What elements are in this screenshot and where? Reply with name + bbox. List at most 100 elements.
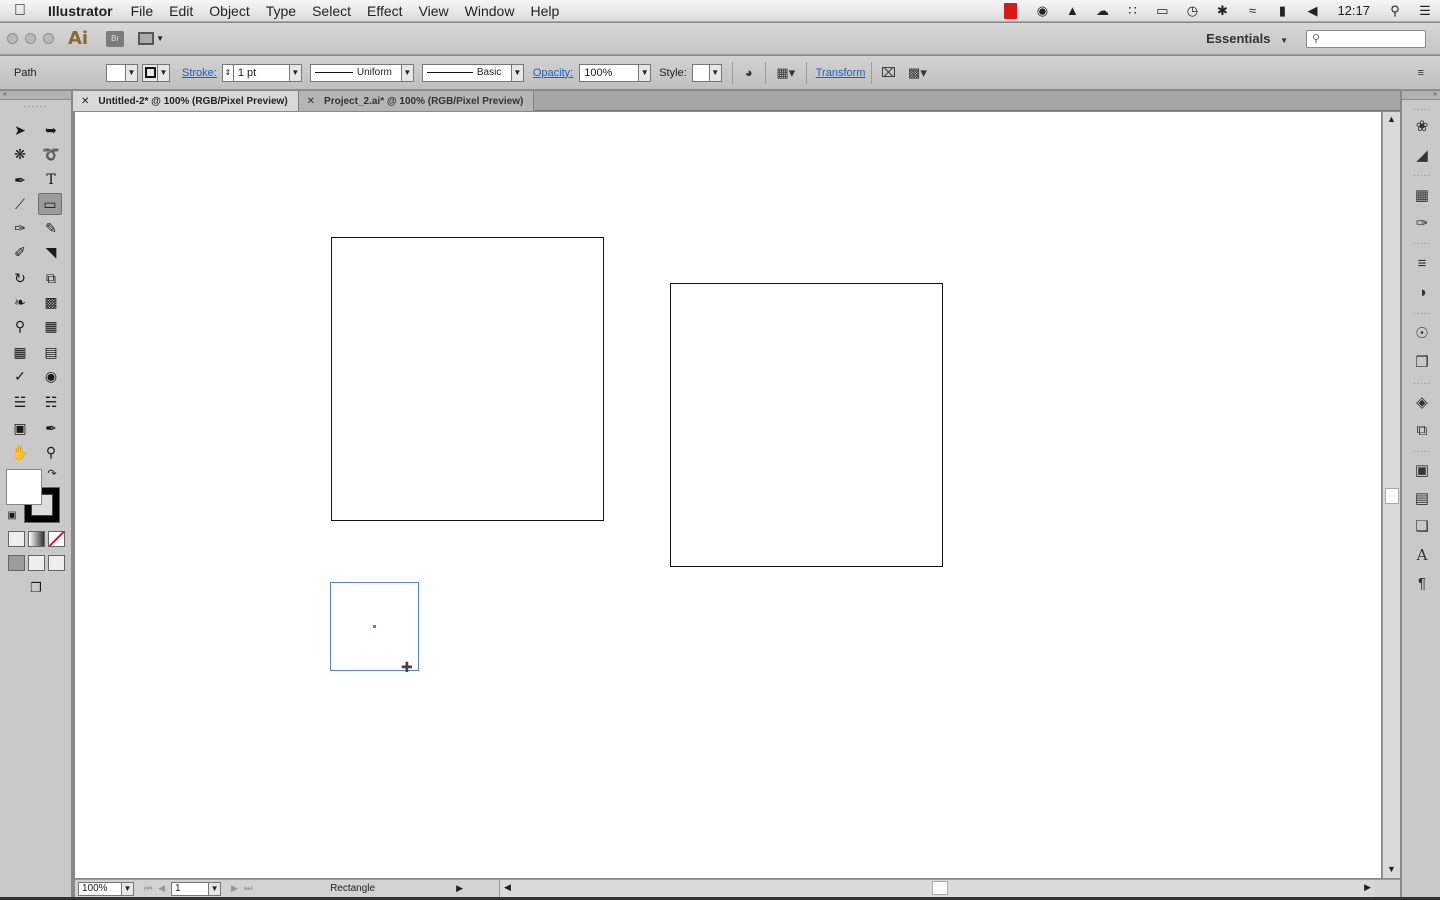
volume-icon[interactable]: ◀ <box>1297 0 1327 22</box>
stroke-panel-icon[interactable]: ≡ <box>1411 253 1433 273</box>
arrange-documents-button[interactable]: ▼ <box>138 31 164 47</box>
creative-cloud-icon[interactable]: ◉ <box>1027 0 1057 22</box>
zoom-level-input[interactable]: 100% <box>78 881 122 896</box>
brush-dropdown[interactable]: ▼ <box>511 63 524 82</box>
draw-behind-button[interactable] <box>28 555 45 571</box>
horizontal-scrollbar[interactable]: ◀ ▶ <box>499 880 1375 897</box>
clock[interactable]: 12:17 <box>1327 0 1380 22</box>
dock-grip[interactable]: ····· <box>1410 448 1434 456</box>
align-to-selection-icon[interactable]: ▦▾ <box>771 65 801 81</box>
wifi-icon[interactable]: ≈ <box>1237 0 1267 22</box>
fill-color-swatch[interactable] <box>106 63 126 82</box>
rectangle-tool[interactable]: ▭ <box>38 193 62 215</box>
dock-expand-icon[interactable]: » <box>1402 91 1440 100</box>
paintbrush-tool[interactable]: ✑ <box>8 217 32 239</box>
swatches-icon[interactable]: ▦ <box>1411 185 1433 205</box>
gradient-panel-icon[interactable]: ◑ <box>1411 282 1433 302</box>
stroke-color-dropdown-arrow[interactable]: ▼ <box>158 63 170 82</box>
rectangle-shape-2[interactable] <box>670 283 943 567</box>
stroke-weight-dropdown[interactable]: ▼ <box>289 63 302 82</box>
magic-wand-tool[interactable]: ❋ <box>8 143 32 165</box>
type-tool[interactable]: T <box>39 169 63 191</box>
shape-options-icon[interactable]: ▩▾ <box>899 65 935 81</box>
warp-tool[interactable]: ❧ <box>8 291 32 313</box>
tab-untitled-2[interactable]: ✕ Untitled-2* @ 100% (RGB/Pixel Preview) <box>73 91 299 111</box>
status-menu-arrow-icon[interactable]: ▶ <box>456 883 463 894</box>
gradient-tool[interactable]: ▤ <box>39 341 63 363</box>
battery-icon[interactable]: ▮ <box>1267 0 1297 22</box>
align-panel-icon[interactable]: ▤ <box>1411 488 1433 508</box>
opacity-panel-link[interactable]: Opacity: <box>533 67 573 79</box>
dock-grip[interactable]: ····· <box>1410 310 1434 318</box>
hand-tool[interactable]: ✋ <box>8 441 32 463</box>
swap-fill-stroke-icon[interactable]: ↷ <box>44 465 60 481</box>
close-tab-icon[interactable]: ✕ <box>307 96 315 107</box>
time-machine-icon[interactable]: ◷ <box>1177 0 1207 22</box>
dock-grip[interactable]: ····· <box>1410 172 1434 180</box>
dock-grip[interactable]: ····· <box>1410 106 1434 114</box>
symbol-sprayer-tool[interactable]: ☱ <box>8 391 32 413</box>
tab-project-2[interactable]: ✕ Project_2.ai* @ 100% (RGB/Pixel Previe… <box>298 91 535 111</box>
grid-dots-icon[interactable]: ∷ <box>1117 0 1147 22</box>
toolbar-collapse-icon[interactable]: « <box>0 91 71 100</box>
artboards-icon[interactable]: ⧉ <box>1411 420 1433 440</box>
next-artboard-icon[interactable]: ▶ <box>231 883 238 894</box>
stroke-weight-input[interactable]: 1 pt <box>233 63 290 82</box>
line-segment-tool[interactable]: ⟋ <box>8 193 32 215</box>
scroll-down-icon[interactable]: ▼ <box>1387 864 1396 874</box>
menu-object[interactable]: Object <box>201 3 257 19</box>
lasso-tool[interactable]: ➰ <box>39 143 63 165</box>
last-artboard-icon[interactable]: ⏭ <box>244 883 252 894</box>
blob-brush-tool[interactable]: ✐ <box>8 241 32 263</box>
rectangle-shape-1[interactable] <box>331 237 604 521</box>
pathfinder-icon[interactable]: ❏ <box>1411 516 1433 536</box>
stroke-panel-link[interactable]: Stroke: <box>182 67 217 79</box>
default-fill-stroke-icon[interactable]: ▣ <box>4 507 20 523</box>
help-search-input[interactable]: ⚲ <box>1306 29 1426 48</box>
layers-icon[interactable]: ◈ <box>1411 392 1433 412</box>
draw-normal-button[interactable] <box>8 555 25 571</box>
free-transform-tool[interactable]: ▩ <box>39 291 63 313</box>
fill-swatch[interactable] <box>6 469 42 505</box>
cloud-icon[interactable]: ☁ <box>1087 0 1117 22</box>
character-panel-icon[interactable]: A <box>1411 545 1433 565</box>
selection-tool[interactable]: ➤ <box>8 119 32 141</box>
blend-tool[interactable]: ◉ <box>39 365 63 387</box>
artboard-tool[interactable]: ▣ <box>8 417 32 439</box>
minimize-window-button[interactable] <box>25 33 36 44</box>
opacity-dropdown[interactable]: ▼ <box>639 63 652 82</box>
go-to-bridge-button[interactable]: Br <box>106 30 125 47</box>
menu-file[interactable]: File <box>123 3 162 19</box>
stroke-color-swatch[interactable] <box>142 63 158 82</box>
change-screen-mode-icon[interactable]: ❐ <box>24 577 48 599</box>
menu-help[interactable]: Help <box>522 3 567 19</box>
mesh-tool[interactable]: ▦ <box>8 341 32 363</box>
shape-builder-tool[interactable]: ⚲ <box>8 315 32 337</box>
artboard-canvas[interactable]: ✚ <box>75 112 1381 878</box>
variable-width-profile[interactable]: Uniform <box>309 63 402 82</box>
color-mode-button[interactable] <box>8 531 25 547</box>
menu-app-name[interactable]: Illustrator <box>40 3 123 19</box>
menu-view[interactable]: View <box>411 3 457 19</box>
recording-icon[interactable] <box>1004 2 1018 19</box>
paragraph-panel-icon[interactable]: ¶ <box>1411 573 1433 593</box>
apple-icon[interactable]:  <box>0 2 40 20</box>
pencil-tool[interactable]: ✎ <box>39 217 63 239</box>
graphic-style-swatch[interactable] <box>691 63 710 82</box>
zoom-window-button[interactable] <box>43 33 54 44</box>
draw-inside-button[interactable] <box>48 555 65 571</box>
appearance-icon[interactable]: ☉ <box>1411 323 1433 343</box>
horizontal-scroll-thumb[interactable] <box>932 881 948 895</box>
opacity-input[interactable]: 100% <box>579 63 640 82</box>
scroll-right-icon[interactable]: ▶ <box>1364 882 1371 893</box>
scroll-up-icon[interactable]: ▲ <box>1387 114 1396 124</box>
isolate-selected-icon[interactable]: ⌧ <box>877 65 899 81</box>
graphic-styles-icon[interactable]: ❐ <box>1411 352 1433 372</box>
eyedropper-tool[interactable]: ✓ <box>8 365 32 387</box>
toolbar-grip[interactable]: ······ <box>0 102 71 111</box>
airplay-icon[interactable]: ▭ <box>1147 0 1177 22</box>
rotate-tool[interactable]: ↻ <box>8 267 32 289</box>
workspace-switcher[interactable]: Essentials ▼ <box>1206 31 1288 46</box>
stroke-weight-stepper[interactable]: ⇕ <box>221 63 234 82</box>
vertical-scroll-thumb[interactable] <box>1385 488 1399 504</box>
